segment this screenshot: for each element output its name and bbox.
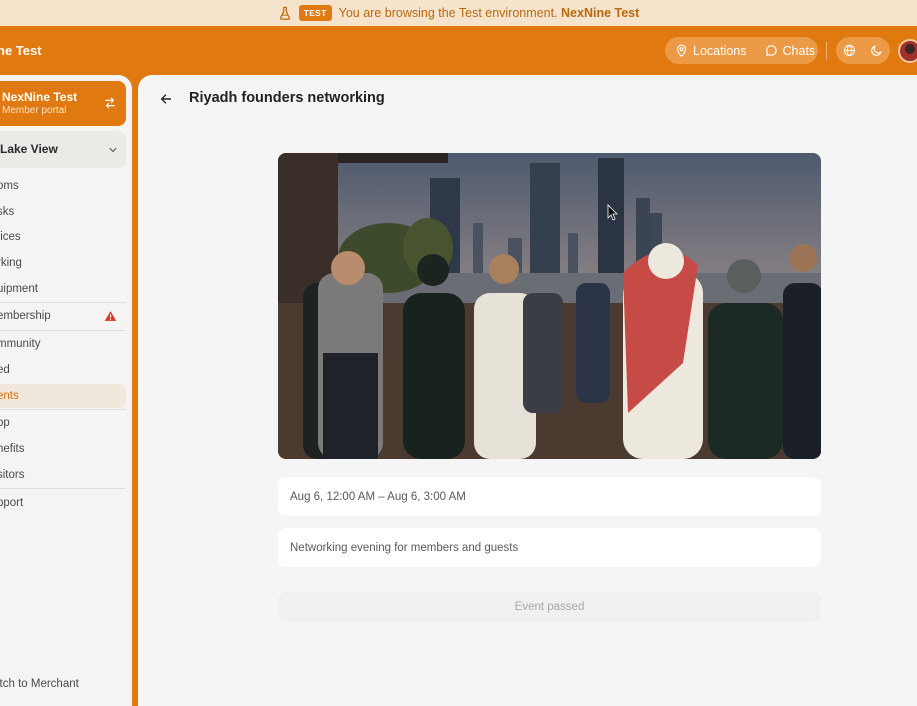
banner-text: You are browsing the Test environment. N… (338, 6, 640, 20)
nav-chats[interactable]: Chats (765, 43, 816, 58)
sidebar-item-label: embership (0, 310, 51, 322)
chat-icon (765, 45, 777, 56)
sidebar-divider (0, 330, 126, 331)
divider (826, 42, 827, 59)
sidebar-item-label: pport (0, 497, 24, 509)
top-nav: Locations Chats (665, 37, 818, 64)
env-badge: TEST (298, 5, 332, 21)
sidebar-item-equipment[interactable]: uipment (0, 277, 126, 301)
chevron-down-icon (109, 147, 117, 153)
sidebar-item-events[interactable]: ents (0, 384, 126, 408)
sidebar-item-label: nefits (0, 443, 25, 455)
sidebar-item-label: oms (0, 180, 19, 192)
main-content: Riyadh founders networking Aug 6, 12:00 … (138, 75, 917, 706)
sidebar-item-label: rking (0, 257, 22, 269)
sidebar-divider (0, 302, 126, 303)
sidebar-item-label: sks (0, 206, 15, 218)
sidebar-item-label: uipment (0, 283, 38, 295)
flask-icon (279, 6, 290, 20)
sidebar-item-parking[interactable]: rking (0, 251, 126, 275)
user-avatar[interactable] (898, 39, 917, 63)
sidebar-item-benefits[interactable]: nefits (0, 437, 126, 461)
account-switcher[interactable]: NexNine Test Member portal (0, 81, 126, 126)
banner-env-name: NexNine Test (561, 6, 640, 20)
environment-banner: TEST You are browsing the Test environme… (0, 0, 917, 26)
sidebar-item-label: op (0, 417, 10, 429)
warning-icon (104, 311, 117, 321)
sidebar-item-visitors[interactable]: sitors (0, 463, 126, 487)
event-status-button: Event passed (278, 592, 821, 622)
event-datetime: Aug 6, 12:00 AM – Aug 6, 3:00 AM (278, 477, 821, 516)
map-pin-icon (676, 44, 687, 57)
location-selector[interactable]: Lake View (0, 131, 126, 168)
sidebar-item-desks[interactable]: sks (0, 200, 126, 224)
sidebar-item-membership[interactable]: embership (0, 304, 126, 328)
switch-to-merchant-link[interactable]: itch to Merchant (0, 678, 79, 690)
nav-locations[interactable]: Locations (675, 44, 747, 58)
sidebar-item-shop[interactable]: op (0, 411, 126, 435)
event-description: Networking evening for members and guest… (278, 528, 821, 567)
sidebar-item-label: ents (0, 390, 19, 402)
sidebar-item-label: mmunity (0, 338, 41, 350)
sidebar-item-rooms[interactable]: oms (0, 174, 126, 198)
event-cover-image (278, 153, 821, 459)
sidebar-item-feed[interactable]: ed (0, 358, 126, 382)
sidebar: NexNine Test Member portal Lake View oms… (0, 75, 132, 706)
sidebar-item-label: fices (0, 231, 21, 243)
globe-icon[interactable] (843, 44, 856, 57)
location-label: Lake View (0, 142, 58, 156)
back-arrow-icon[interactable] (159, 92, 173, 106)
sidebar-item-label: ed (0, 364, 10, 376)
nav-locations-label: Locations (693, 43, 747, 58)
tools-group (836, 37, 890, 64)
brand-title[interactable]: ne Test (0, 43, 42, 58)
sidebar-item-support[interactable]: pport (0, 491, 126, 515)
switch-icon (105, 97, 115, 109)
page-title: Riyadh founders networking (189, 90, 385, 106)
nav-chats-label: Chats (782, 43, 816, 58)
top-bar: ne Test Locations Chats (0, 26, 917, 75)
sidebar-divider (0, 409, 126, 410)
sidebar-divider (0, 488, 126, 489)
account-subtitle: Member portal (2, 105, 67, 116)
sidebar-item-community[interactable]: mmunity (0, 332, 126, 356)
moon-icon[interactable] (870, 44, 883, 57)
sidebar-item-offices[interactable]: fices (0, 225, 126, 249)
sidebar-item-label: sitors (0, 469, 25, 481)
account-name: NexNine Test (2, 90, 78, 104)
